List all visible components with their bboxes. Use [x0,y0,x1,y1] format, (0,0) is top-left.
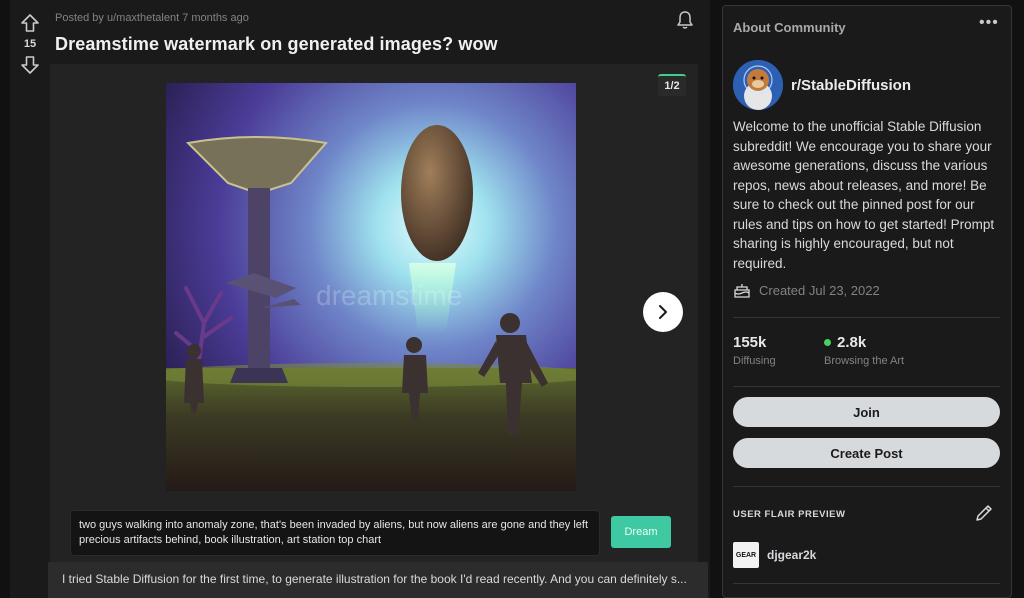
community-description: Welcome to the unofficial Stable Diffusi… [733,119,995,271]
community-created: Created Jul 23, 2022 [733,282,880,298]
about-community-card: About Community ••• r/StableDiffusion We… [722,5,1012,598]
flair-user-row: GEAR djgear2k [733,542,816,568]
bell-icon[interactable] [674,9,696,31]
user-avatar: GEAR [733,542,759,568]
online-dot-icon [824,339,831,346]
media-gallery: 1/2 dreamstime two guys walking into ano… [50,64,698,564]
next-image-button[interactable] [643,292,683,332]
post-body-preview[interactable]: I tried Stable Diffusion for the first t… [48,562,708,598]
post-card: 15 Posted by u/maxthetalent 7 months ago… [10,0,710,598]
pencil-icon[interactable] [974,503,996,525]
online-count: 2.8k [837,334,867,351]
chevron-right-icon [659,305,667,319]
upvote-icon[interactable] [19,12,41,34]
vote-score: 15 [23,38,37,50]
divider [733,486,1000,487]
dream-button[interactable]: Dream [611,516,671,548]
divider [733,583,1000,584]
members-count: 155k [733,334,767,351]
prompt-text: two guys walking into anomaly zone, that… [70,510,600,556]
flair-username: djgear2k [767,548,817,562]
online-stat: 2.8k Browsing the Art [824,334,904,367]
join-button[interactable]: Join [733,397,1000,427]
watermark-text: dreamstime [316,280,462,311]
gallery-counter: 1/2 [658,74,686,96]
vote-column: 15 [10,0,50,598]
members-label: Diffusing [733,355,776,367]
divider [733,386,1000,387]
community-name[interactable]: r/StableDiffusion [791,77,911,94]
members-stat: 155k Diffusing [733,334,776,367]
downvote-icon[interactable] [19,54,41,76]
user-flair-preview-heading: USER FLAIR PREVIEW [733,509,846,520]
post-image[interactable]: dreamstime [166,83,576,491]
online-label: Browsing the Art [824,355,905,367]
cake-icon [734,284,750,298]
divider [733,317,1000,318]
community-avatar [733,60,783,110]
about-community-heading: About Community [733,20,846,35]
more-icon[interactable]: ••• [979,14,999,32]
create-post-button[interactable]: Create Post [733,438,1000,468]
post-title[interactable]: Dreamstime watermark on generated images… [55,34,498,55]
post-meta[interactable]: Posted by u/maxthetalent 7 months ago [55,12,249,24]
created-date: Created Jul 23, 2022 [759,282,880,298]
